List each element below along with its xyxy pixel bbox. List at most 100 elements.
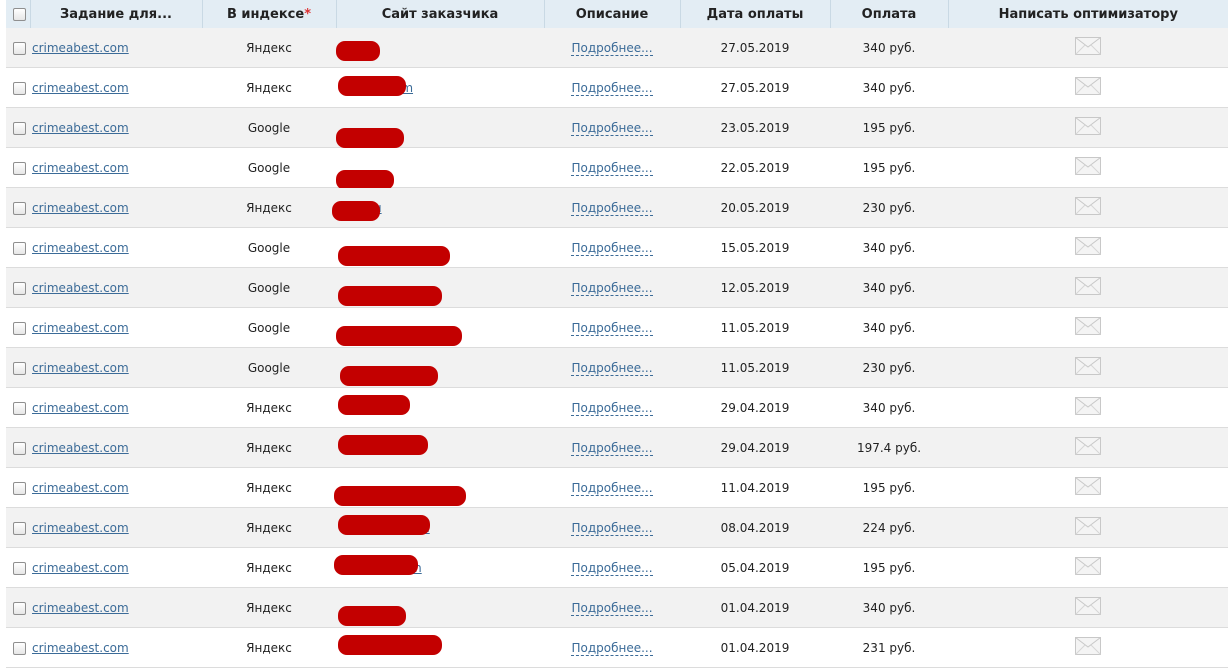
date-cell: 29.04.2019 — [680, 427, 830, 468]
envelope-icon[interactable] — [1075, 117, 1101, 138]
envelope-icon[interactable] — [1075, 477, 1101, 498]
header-payment[interactable]: Оплата — [830, 0, 949, 28]
search-engine: Яндекс — [246, 200, 292, 215]
task-link[interactable]: crimeabest.com — [32, 201, 129, 215]
table-row: crimeabest.com Google Подробнее... 11.05… — [6, 307, 1228, 348]
payment-date: 15.05.2019 — [720, 240, 790, 255]
envelope-icon[interactable] — [1075, 637, 1101, 658]
task-link[interactable]: crimeabest.com — [32, 561, 129, 575]
index-cell: Яндекс — [202, 507, 336, 548]
envelope-icon[interactable] — [1075, 237, 1101, 258]
more-link[interactable]: Подробнее... — [571, 400, 653, 416]
task-link[interactable]: crimeabest.com — [32, 161, 129, 175]
write-cell — [948, 307, 1228, 348]
more-link[interactable]: Подробнее... — [571, 320, 653, 336]
envelope-icon[interactable] — [1075, 557, 1101, 578]
task-link[interactable]: crimeabest.com — [32, 361, 129, 375]
row-checkbox[interactable] — [13, 521, 26, 535]
more-link[interactable]: Подробнее... — [571, 600, 653, 616]
more-link[interactable]: Подробнее... — [571, 440, 653, 456]
header-site[interactable]: Сайт заказчика — [336, 0, 545, 28]
more-link[interactable]: Подробнее... — [571, 200, 653, 216]
description-cell: Подробнее... — [544, 347, 680, 388]
task-link[interactable]: crimeabest.com — [32, 41, 129, 55]
header-index[interactable]: В индексе* — [202, 0, 337, 28]
more-link[interactable]: Подробнее... — [571, 360, 653, 376]
envelope-icon[interactable] — [1075, 397, 1101, 418]
more-link[interactable]: Подробнее... — [571, 640, 653, 656]
envelope-icon[interactable] — [1075, 37, 1101, 58]
task-link[interactable]: crimeabest.com — [32, 401, 129, 415]
redaction-mark — [338, 285, 442, 306]
header-write[interactable]: Написать оптимизатору — [948, 0, 1228, 28]
search-engine: Google — [247, 280, 291, 295]
row-checkbox[interactable] — [13, 401, 26, 415]
redaction-mark — [340, 365, 438, 386]
row-checkbox[interactable] — [13, 561, 26, 575]
customer-site-link[interactable]: a — [336, 434, 428, 455]
task-cell: crimeabest.com — [30, 267, 202, 308]
row-checkbox[interactable] — [13, 641, 26, 655]
payment-date: 29.04.2019 — [720, 400, 790, 415]
more-link[interactable]: Подробнее... — [571, 480, 653, 496]
envelope-icon[interactable] — [1075, 437, 1101, 458]
customer-site-link[interactable]: u — [336, 394, 410, 415]
row-checkbox[interactable] — [13, 201, 26, 215]
date-cell: 08.04.2019 — [680, 507, 830, 548]
more-link[interactable]: Подробнее... — [571, 280, 653, 296]
row-checkbox[interactable] — [13, 481, 26, 495]
row-checkbox[interactable] — [13, 41, 26, 55]
task-link[interactable]: crimeabest.com — [32, 241, 129, 255]
task-link[interactable]: crimeabest.com — [32, 321, 129, 335]
row-checkbox[interactable] — [13, 361, 26, 375]
envelope-icon[interactable] — [1075, 357, 1101, 378]
more-link[interactable]: Подробнее... — [571, 160, 653, 176]
row-checkbox[interactable] — [13, 161, 26, 175]
task-link[interactable]: crimeabest.com — [32, 281, 129, 295]
row-checkbox[interactable] — [13, 241, 26, 255]
more-link[interactable]: Подробнее... — [571, 560, 653, 576]
task-link[interactable]: crimeabest.com — [32, 121, 129, 135]
header-date[interactable]: Дата оплаты — [680, 0, 831, 28]
customer-site-link[interactable]: a — [336, 634, 442, 655]
row-checkbox[interactable] — [13, 441, 26, 455]
row-checkbox[interactable] — [13, 121, 26, 135]
more-link[interactable]: Подробнее... — [571, 120, 653, 136]
envelope-icon[interactable] — [1075, 317, 1101, 338]
envelope-icon[interactable] — [1075, 597, 1101, 618]
customer-site-link[interactable]: m — [334, 554, 422, 575]
envelope-icon[interactable] — [1075, 157, 1101, 178]
customer-site-link[interactable]: u — [336, 40, 380, 61]
table-row: crimeabest.com Google Подробнее... 23.05… — [6, 107, 1228, 148]
more-link[interactable]: Подробнее... — [571, 240, 653, 256]
task-link[interactable]: crimeabest.com — [32, 481, 129, 495]
envelope-icon[interactable] — [1075, 517, 1101, 538]
task-link[interactable]: crimeabest.com — [32, 641, 129, 655]
envelope-icon[interactable] — [1075, 197, 1101, 218]
row-checkbox[interactable] — [13, 321, 26, 335]
header-description[interactable]: Описание — [544, 0, 681, 28]
index-cell: Яндекс — [202, 627, 336, 668]
task-link[interactable]: crimeabest.com — [32, 601, 129, 615]
row-checkbox[interactable] — [13, 81, 26, 95]
index-cell: Яндекс — [202, 187, 336, 228]
description-cell: Подробнее... — [544, 187, 680, 228]
header-select-all[interactable] — [6, 0, 31, 28]
more-link[interactable]: Подробнее... — [571, 520, 653, 536]
more-link[interactable]: Подробнее... — [571, 40, 653, 56]
envelope-icon[interactable] — [1075, 277, 1101, 298]
task-link[interactable]: crimeabest.com — [32, 441, 129, 455]
customer-site-link[interactable]: u — [332, 200, 382, 221]
index-cell: Яндекс — [202, 547, 336, 588]
more-link[interactable]: Подробнее... — [571, 80, 653, 96]
customer-site-link[interactable]: m — [336, 514, 430, 535]
task-cell: crimeabest.com — [30, 387, 202, 428]
envelope-icon[interactable] — [1075, 77, 1101, 98]
row-checkbox[interactable] — [13, 281, 26, 295]
row-checkbox[interactable] — [13, 601, 26, 615]
task-link[interactable]: crimeabest.com — [32, 81, 129, 95]
task-link[interactable]: crimeabest.com — [32, 521, 129, 535]
select-all-checkbox[interactable] — [13, 7, 26, 21]
header-task[interactable]: Задание для... — [30, 0, 203, 28]
customer-site-link[interactable]: om — [336, 75, 413, 96]
